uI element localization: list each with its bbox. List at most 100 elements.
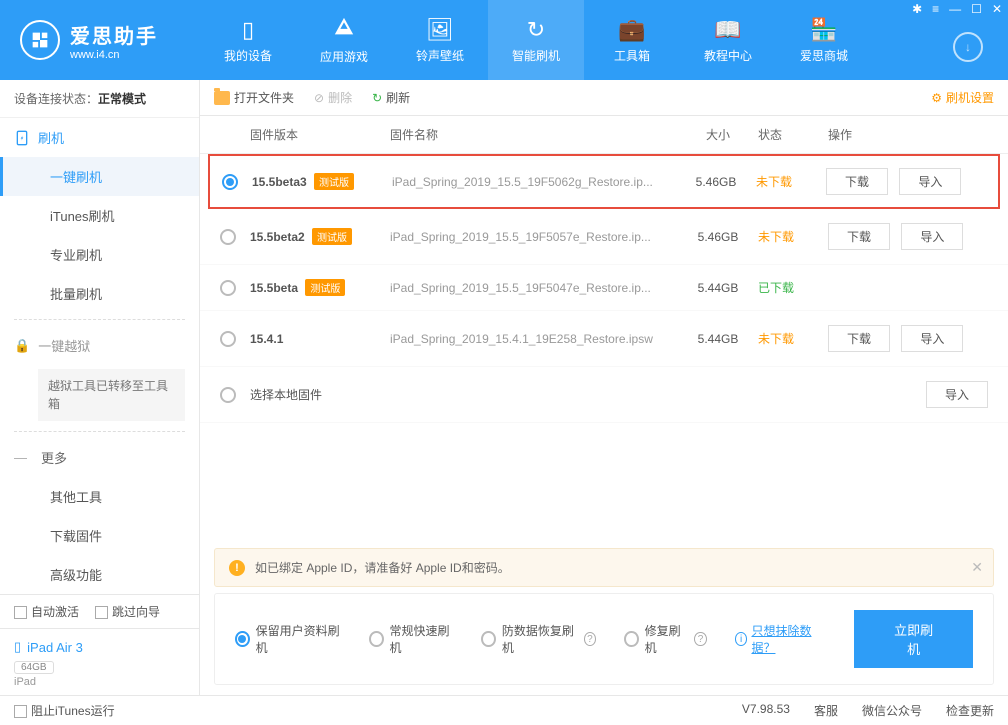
sidebar-group-more[interactable]: — 更多 (0, 438, 199, 477)
col-name: 固件名称 (390, 126, 678, 143)
folder-icon (214, 91, 230, 105)
option-keep-data[interactable]: 保留用户资料刷机 (235, 622, 341, 656)
nav-tab-ringtone[interactable]: 🖼 铃声壁纸 (392, 0, 488, 80)
fw-name: iPad_Spring_2019_15.5_19F5057e_Restore.i… (390, 230, 678, 244)
check-update-link[interactable]: 检查更新 (946, 702, 994, 719)
download-circle-icon[interactable]: ↓ (953, 32, 983, 62)
nav-label: 铃声壁纸 (416, 47, 464, 64)
firmware-row-3[interactable]: 15.4.1 iPad_Spring_2019_15.4.1_19E258_Re… (200, 311, 1008, 367)
row-radio[interactable] (220, 229, 236, 245)
auto-options-row: 自动激活 跳过向导 (0, 595, 199, 628)
connection-label: 设备连接状态： (14, 92, 98, 106)
ipad-icon: ▯ (14, 639, 21, 655)
flash-icon: ↻ (527, 17, 545, 43)
fw-version: 15.4.1 (250, 332, 283, 346)
refresh-button[interactable]: ↻ 刷新 (372, 89, 410, 106)
menu-icon[interactable]: ✱ (912, 2, 922, 16)
maximize-icon[interactable]: ☐ (971, 2, 982, 16)
option-normal[interactable]: 常规快速刷机 (369, 622, 453, 656)
sidebar-item-oneclick[interactable]: 一键刷机 (0, 157, 199, 196)
row-radio[interactable] (220, 387, 236, 403)
flash-group-icon (14, 130, 30, 146)
minimize-icon[interactable]: — (949, 2, 961, 16)
sidebar-group-flash[interactable]: 刷机 (0, 118, 199, 157)
sidebar: 设备连接状态：正常模式 刷机 一键刷机 iTunes刷机 专业刷机 批量刷机 🔒… (0, 80, 200, 695)
capacity-badge: 64GB (14, 661, 54, 674)
option-radio (624, 631, 638, 647)
nav-label: 我的设备 (224, 47, 272, 64)
help-icon[interactable]: ? (584, 632, 597, 646)
nav-label: 爱思商城 (800, 47, 848, 64)
skip-guide-checkbox[interactable]: 跳过向导 (95, 603, 160, 620)
beta-tag: 测试版 (314, 173, 354, 190)
import-button[interactable]: 导入 (899, 168, 961, 195)
sidebar-item-advanced[interactable]: 高级功能 (0, 555, 199, 594)
firmware-row-2[interactable]: 15.5beta 测试版 iPad_Spring_2019_15.5_19F50… (200, 265, 1008, 311)
firmware-row-local[interactable]: 选择本地固件 导入 (200, 367, 1008, 423)
import-button[interactable]: 导入 (901, 223, 963, 250)
row-radio[interactable] (220, 280, 236, 296)
shop-icon: 🏪 (810, 17, 837, 43)
open-folder-label: 打开文件夹 (234, 89, 294, 106)
sidebar-item-other[interactable]: 其他工具 (0, 477, 199, 516)
settings-label: 刷机设置 (946, 89, 994, 106)
nav-tab-shop[interactable]: 🏪 爱思商城 (776, 0, 872, 80)
sidebar-group-jailbreak: 🔒 一键越狱 (0, 326, 199, 365)
option-repair[interactable]: 修复刷机 ? (624, 622, 707, 656)
firmware-row-0[interactable]: 15.5beta3 测试版 iPad_Spring_2019_15.5_19F5… (208, 154, 1000, 209)
row-radio[interactable] (222, 174, 238, 190)
gear-icon: ⚙ (931, 91, 942, 105)
nav-tab-flash[interactable]: ↻ 智能刷机 (488, 0, 584, 80)
nav-tab-tutorial[interactable]: 📖 教程中心 (680, 0, 776, 80)
nav-label: 教程中心 (704, 47, 752, 64)
nav-tab-apps[interactable]: 应用游戏 (296, 0, 392, 80)
flash-settings-link[interactable]: ⚙ 刷机设置 (931, 89, 994, 106)
import-button[interactable]: 导入 (901, 325, 963, 352)
device-name-row: ▯ iPad Air 3 (14, 639, 185, 655)
option-radio (235, 631, 250, 647)
main-panel: 打开文件夹 ⊘ 删除 ↻ 刷新 ⚙ 刷机设置 固件版本 固件名称 (200, 80, 1008, 695)
info-icon: i (735, 632, 748, 646)
nav-tab-device[interactable]: ▯ 我的设备 (200, 0, 296, 80)
fw-status: 未下载 (758, 228, 828, 245)
dash-icon: — (14, 450, 27, 465)
row-radio[interactable] (220, 331, 236, 347)
option-anti-recovery[interactable]: 防数据恢复刷机 ? (481, 622, 596, 656)
firmware-row-1[interactable]: 15.5beta2 测试版 iPad_Spring_2019_15.5_19F5… (200, 209, 1008, 265)
nav-label: 智能刷机 (512, 47, 560, 64)
download-button[interactable]: 下载 (828, 325, 890, 352)
download-button[interactable]: 下载 (828, 223, 890, 250)
flash-now-button[interactable]: 立即刷机 (854, 610, 973, 668)
sidebar-item-batch[interactable]: 批量刷机 (0, 274, 199, 313)
skip-guide-label: 跳过向导 (112, 605, 160, 619)
download-button[interactable]: 下载 (826, 168, 888, 195)
fw-name: iPad_Spring_2019_15.5_19F5062g_Restore.i… (392, 175, 676, 189)
select-local-label: 选择本地固件 (250, 388, 322, 402)
col-version: 固件版本 (250, 126, 390, 143)
sidebar-group-label: 刷机 (38, 128, 64, 147)
refresh-label: 刷新 (386, 89, 410, 106)
sidebar-item-itunes[interactable]: iTunes刷机 (0, 196, 199, 235)
ringtone-icon: 🖼 (426, 17, 454, 43)
open-folder-button[interactable]: 打开文件夹 (214, 89, 294, 106)
sidebar-item-download[interactable]: 下载固件 (0, 516, 199, 555)
logo-icon (20, 20, 60, 60)
wechat-link[interactable]: 微信公众号 (862, 702, 922, 719)
delete-label: 删除 (328, 89, 352, 106)
jailbreak-note: 越狱工具已转移至工具箱 (38, 369, 185, 421)
erase-data-link[interactable]: 只想抹除数据？ (751, 622, 826, 656)
import-button[interactable]: 导入 (926, 381, 988, 408)
help-icon[interactable]: ? (694, 632, 706, 646)
nav-tab-toolbox[interactable]: 💼 工具箱 (584, 0, 680, 80)
delete-button: ⊘ 删除 (314, 89, 352, 106)
table-header: 固件版本 固件名称 大小 状态 操作 (200, 116, 1008, 154)
list-icon[interactable]: ≡ (932, 2, 939, 16)
sidebar-item-pro[interactable]: 专业刷机 (0, 235, 199, 274)
fw-name: iPad_Spring_2019_15.4.1_19E258_Restore.i… (390, 332, 678, 346)
close-warning-icon[interactable]: ✕ (971, 559, 983, 576)
block-itunes-checkbox[interactable]: 阻止iTunes运行 (14, 702, 115, 719)
auto-activate-checkbox[interactable]: 自动激活 (14, 603, 79, 620)
support-link[interactable]: 客服 (814, 702, 838, 719)
close-icon[interactable]: ✕ (992, 2, 1002, 16)
col-size: 大小 (678, 126, 758, 143)
